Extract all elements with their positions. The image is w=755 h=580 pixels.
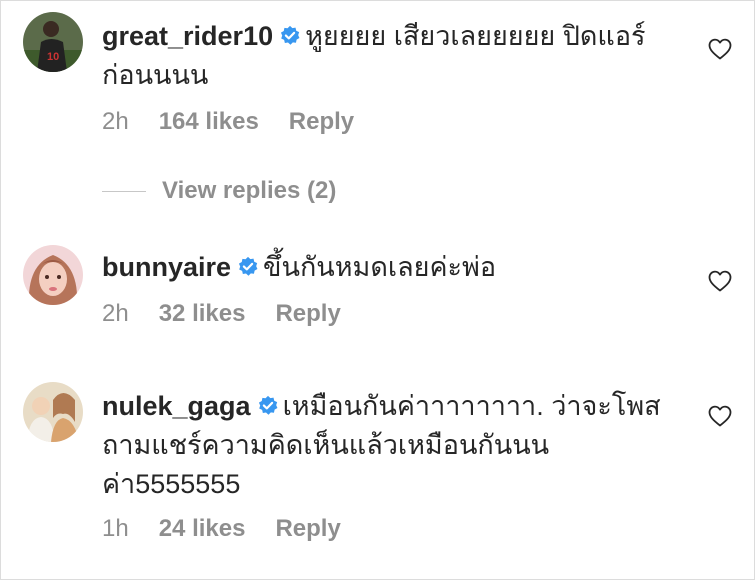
comment-body: bunnyaire ขึ้นกันหมดเลยค่ะพ่อ xyxy=(102,248,672,287)
verified-badge-icon xyxy=(237,256,259,278)
username[interactable]: great_rider10 xyxy=(102,21,273,51)
verified-badge-icon xyxy=(257,395,279,417)
comment-list: 10 great_rider10 หูยยยย เสียวเลยยยยย ปิดแ… xyxy=(0,0,755,580)
comment-meta: 2h 164 likes Reply xyxy=(102,108,384,136)
comment-meta: 1h 24 likes Reply xyxy=(102,515,371,543)
reply-button[interactable]: Reply xyxy=(289,108,354,135)
comment-time: 2h xyxy=(102,300,129,327)
like-heart-icon[interactable] xyxy=(708,38,732,60)
avatar[interactable] xyxy=(23,382,83,442)
view-replies-label: View replies (2) xyxy=(162,177,337,204)
avatar[interactable] xyxy=(23,245,83,305)
verified-badge-icon xyxy=(279,25,301,47)
reply-button[interactable]: Reply xyxy=(275,300,340,327)
likes-count[interactable]: 24 likes xyxy=(159,515,246,542)
svg-text:10: 10 xyxy=(47,51,59,63)
comment-time: 1h xyxy=(102,515,129,542)
avatar[interactable]: 10 xyxy=(23,12,83,72)
likes-count[interactable]: 32 likes xyxy=(159,300,246,327)
comment: 10 great_rider10 หูยยยย เสียวเลยยยยย ปิดแ… xyxy=(1,1,754,211)
comment: bunnyaire ขึ้นกันหมดเลยค่ะพ่อ 2h 32 likes R… xyxy=(1,241,754,351)
replies-divider xyxy=(102,190,146,192)
comment-meta: 2h 32 likes Reply xyxy=(102,300,371,328)
like-heart-icon[interactable] xyxy=(708,270,732,292)
reply-button[interactable]: Reply xyxy=(275,515,340,542)
username[interactable]: bunnyaire xyxy=(102,252,231,282)
comment-body: great_rider10 หูยยยย เสียวเลยยยยย ปิดแอร์… xyxy=(102,17,672,95)
comment: nulek_gaga เหมือนกันค่าาาาาาาา. ว่าจะโพสถ… xyxy=(1,371,754,571)
username[interactable]: nulek_gaga xyxy=(102,391,251,421)
view-replies-button[interactable]: View replies (2) xyxy=(102,174,336,208)
likes-count[interactable]: 164 likes xyxy=(159,108,259,135)
comment-text: ขึ้นกันหมดเลยค่ะพ่อ xyxy=(263,252,497,282)
comment-time: 2h xyxy=(102,108,129,135)
comment-body: nulek_gaga เหมือนกันค่าาาาาาาา. ว่าจะโพสถ… xyxy=(102,387,672,504)
like-heart-icon[interactable] xyxy=(708,405,732,427)
